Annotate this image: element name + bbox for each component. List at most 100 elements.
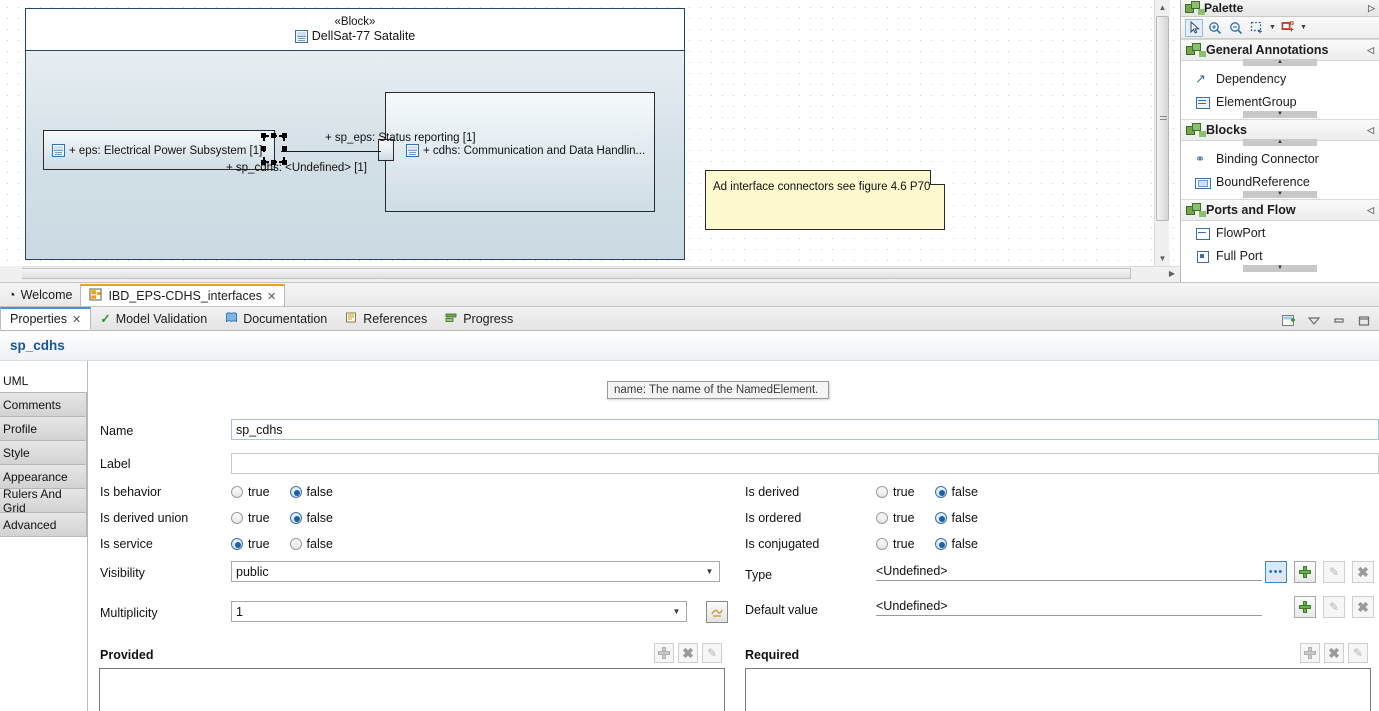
properties-view-actions[interactable] [1281,313,1379,330]
palette-group-blocks[interactable]: Blocks ◁ [1181,119,1379,141]
is-derived-true-radio[interactable]: true [876,485,915,499]
scroll-down-icon[interactable]: ▼ [1155,251,1170,266]
provided-delete-button[interactable]: ✖ [678,643,698,663]
required-delete-button[interactable]: ✖ [1324,643,1344,663]
is-ordered-false-radio[interactable]: false [934,511,978,525]
is-derived-radio-group[interactable]: true false [876,485,978,499]
tab-references[interactable]: References [336,307,436,330]
required-add-button[interactable] [1300,643,1320,663]
maximize-icon[interactable] [1356,313,1372,328]
label-input[interactable] [231,453,1379,474]
default-value-add-button[interactable] [1294,596,1316,618]
tab-properties[interactable]: Properties ✕ [0,307,92,330]
is-service-false-radio[interactable]: false [289,537,333,551]
is-behavior-true-radio[interactable]: true [231,485,270,499]
properties-sidebar[interactable]: UML Comments Profile Style Appearance Ru… [0,361,88,711]
default-value-edit-button[interactable]: ✎ [1323,596,1345,618]
palette-group-ports-and-flow[interactable]: Ports and Flow ◁ [1181,199,1379,221]
palette-toolbar[interactable]: ▼ ▼ [1181,17,1379,39]
palette-item-binding-connector[interactable]: ⚭ Binding Connector [1181,147,1379,170]
scroll-up-icon[interactable]: ▲ [1155,0,1170,15]
is-behavior-radio-group[interactable]: true false [231,485,333,499]
resize-handle-w[interactable] [261,146,266,151]
selected-port-sp-cdhs[interactable] [261,133,287,165]
type-browse-button[interactable]: ••• [1265,561,1287,583]
is-behavior-false-radio[interactable]: false [289,485,333,499]
palette-group-general-annotations[interactable]: General Annotations ◁ [1181,39,1379,61]
is-service-radio-group[interactable]: true false [231,537,333,551]
palette-scroll-up-strip[interactable]: ▲ [1181,139,1379,147]
resize-handle-n[interactable] [271,133,276,138]
palette-item-elementgroup[interactable]: ElementGroup [1181,90,1379,113]
provided-list[interactable] [99,668,725,711]
format-dropdown-icon[interactable]: ▼ [1300,24,1307,31]
sidebar-item-advanced[interactable]: Advanced [0,513,87,537]
is-derived-union-true-radio[interactable]: true [231,511,270,525]
type-edit-button[interactable]: ✎ [1323,561,1345,583]
palette-scroll-down-strip[interactable]: ▼ [1181,111,1379,119]
is-service-true-radio[interactable]: true [231,537,270,551]
provided-add-button[interactable] [654,643,674,663]
multiplicity-edit-button[interactable] [706,601,728,623]
required-list[interactable] [745,668,1371,711]
group-collapse-icon[interactable]: ◁ [1367,125,1374,136]
resize-handle-nw[interactable] [261,133,266,138]
editor-vertical-scrollbar[interactable]: ▲ ▼ [1154,0,1170,266]
palette-expand-icon[interactable]: ▷ [1368,3,1375,14]
is-derived-union-false-radio[interactable]: false [289,511,333,525]
is-conjugated-false-radio[interactable]: false [934,537,978,551]
default-value-field[interactable]: <Undefined> [876,596,1262,616]
palette-panel[interactable]: Palette ▷ ▼ ▼ General Annotations ◁ ▲ ↗ … [1180,0,1379,288]
editor-horizontal-scrollbar[interactable]: ▶ [0,266,1180,280]
palette-scroll-down-strip[interactable]: ▼ [1181,265,1379,273]
close-icon[interactable]: ✕ [267,290,276,303]
zoom-in-tool-icon[interactable] [1206,19,1224,37]
horizontal-scroll-thumb[interactable] [1,268,1131,279]
palette-item-boundreference[interactable]: BoundReference [1181,170,1379,193]
new-properties-view-icon[interactable] [1281,313,1297,328]
sidebar-item-comments[interactable]: Comments [0,393,87,417]
group-collapse-icon[interactable]: ◁ [1367,45,1374,56]
default-value-delete-button[interactable]: ✖ [1352,596,1374,618]
close-icon[interactable]: ✕ [72,313,81,326]
tab-documentation[interactable]: Documentation [216,307,336,330]
select-tool-icon[interactable] [1185,18,1203,37]
resize-handle-ne[interactable] [282,133,287,138]
vertical-scroll-thumb[interactable] [1156,16,1169,221]
type-field[interactable]: <Undefined> [876,561,1262,581]
multiplicity-select[interactable]: 1 ▼ [231,601,687,622]
editor-tab-ibd[interactable]: IBD_EPS-CDHS_interfaces ✕ [80,284,286,306]
format-tool-icon[interactable] [1279,19,1297,37]
is-ordered-radio-group[interactable]: true false [876,511,978,525]
visibility-select[interactable]: public ▼ [231,561,720,582]
properties-tab-bar[interactable]: Properties ✕ ✓ Model Validation Document… [0,307,1379,331]
palette-item-flowport[interactable]: FlowPort [1181,221,1379,244]
is-conjugated-true-radio[interactable]: true [876,537,915,551]
chevron-down-icon[interactable]: ▼ [669,605,684,619]
resize-handle-e[interactable] [282,146,287,151]
chevron-down-icon[interactable]: ▼ [702,565,717,579]
group-collapse-icon[interactable]: ◁ [1367,205,1374,216]
editor-tab-welcome[interactable]: ◔ Welcome [0,284,80,306]
type-delete-button[interactable]: ✖ [1352,561,1374,583]
type-add-button[interactable] [1294,561,1316,583]
tab-model-validation[interactable]: ✓ Model Validation [91,307,216,330]
zoom-out-tool-icon[interactable] [1227,19,1245,37]
diagram-note[interactable]: Ad interface connectors see figure 4.6 P… [705,170,945,230]
provided-edit-button[interactable]: ✎ [702,643,722,663]
connector-line[interactable] [281,151,381,152]
palette-item-dependency[interactable]: ↗ Dependency [1181,67,1379,90]
sidebar-item-style[interactable]: Style [0,441,87,465]
sidebar-item-appearance[interactable]: Appearance [0,465,87,489]
is-ordered-true-radio[interactable]: true [876,511,915,525]
is-conjugated-radio-group[interactable]: true false [876,537,978,551]
required-edit-button[interactable]: ✎ [1348,643,1368,663]
marquee-dropdown-icon[interactable]: ▼ [1269,24,1276,31]
tab-progress[interactable]: Progress [436,307,522,330]
scroll-right-icon[interactable]: ▶ [1165,267,1179,280]
properties-view[interactable]: Properties ✕ ✓ Model Validation Document… [0,306,1379,711]
sidebar-item-profile[interactable]: Profile [0,417,87,441]
sidebar-item-uml[interactable]: UML [0,369,87,393]
marquee-tool-icon[interactable] [1248,19,1266,37]
palette-scroll-down-strip[interactable]: ▼ [1181,191,1379,199]
